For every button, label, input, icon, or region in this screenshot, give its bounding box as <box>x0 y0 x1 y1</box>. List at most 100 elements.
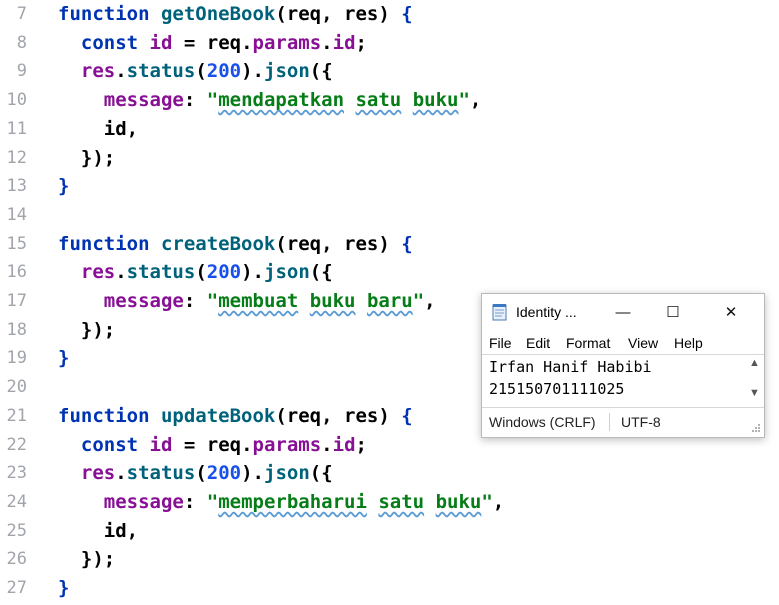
code-token: 200 <box>206 261 242 284</box>
code-token: res <box>344 232 379 255</box>
code-line[interactable]: 15 function createBook(req, res) { <box>0 230 779 259</box>
code-token: , <box>321 404 345 427</box>
code-token: , <box>492 490 505 513</box>
code-token: ; <box>355 433 367 456</box>
line-number: 25 <box>6 520 27 541</box>
code-token: buku <box>435 490 482 513</box>
line-number: 8 <box>16 32 27 53</box>
notepad-title-bar[interactable]: Identity ... — ☐ ✕ <box>482 294 764 330</box>
scroll-down-icon[interactable]: ▼ <box>749 387 760 399</box>
notepad-title: Identity ... <box>516 304 577 320</box>
notepad-window[interactable]: Identity ... — ☐ ✕ File Edit Format View… <box>481 293 765 438</box>
maximize-button[interactable]: ☐ <box>650 294 696 330</box>
code-token: ) <box>241 60 253 83</box>
code-token: = <box>172 433 207 456</box>
code-text: }); <box>58 545 115 574</box>
code-token: json <box>264 60 310 83</box>
code-token: }); <box>80 548 116 571</box>
code-token: , <box>424 290 436 312</box>
code-text: }); <box>58 316 115 345</box>
scroll-up-icon[interactable]: ▲ <box>749 357 760 369</box>
text-line-id: 215150701111025 <box>489 380 625 398</box>
code-text: res.status(200).json({ <box>58 258 333 287</box>
code-token: req <box>206 433 242 456</box>
close-button[interactable]: ✕ <box>708 294 754 330</box>
code-token: , <box>321 232 345 255</box>
line-number: 13 <box>6 176 27 197</box>
code-line[interactable]: 11 id, <box>0 115 779 144</box>
vertical-scrollbar[interactable]: ▲ ▼ <box>746 355 764 405</box>
code-line[interactable]: 26 }); <box>0 545 779 574</box>
code-line[interactable]: 7 function getOneBook(req, res) { <box>0 0 779 29</box>
code-text: id, <box>58 115 138 144</box>
line-number: 14 <box>6 204 27 225</box>
code-token: function <box>58 232 161 255</box>
code-token: : <box>183 290 207 312</box>
code-token: res <box>80 462 116 485</box>
notepad-text-area[interactable]: Irfan Hanif Habibi 215150701111025 <box>482 354 764 408</box>
code-token: ( <box>275 232 287 255</box>
code-token: req <box>286 232 322 255</box>
line-number: 15 <box>6 233 27 254</box>
code-line[interactable]: 14 <box>0 201 779 230</box>
code-token: id <box>149 31 173 54</box>
code-token: }); <box>80 318 116 341</box>
menu-edit[interactable]: Edit <box>526 335 550 351</box>
code-text: const id = req.params.id; <box>58 431 367 460</box>
code-text: } <box>58 344 69 373</box>
notepad-app-icon <box>492 304 507 321</box>
line-number: 7 <box>16 4 27 24</box>
code-token: ) <box>378 3 402 25</box>
code-token: } <box>58 347 70 370</box>
code-token: satu <box>378 490 425 513</box>
code-line[interactable]: 23 res.status(200).json({ <box>0 459 779 488</box>
code-line[interactable]: 25 id, <box>0 517 779 546</box>
text-line-name: Irfan Hanif Habibi <box>489 358 652 376</box>
code-line[interactable]: 8 const id = req.params.id; <box>0 29 779 58</box>
code-token: memperbaharui <box>218 490 367 513</box>
code-token: id <box>332 433 356 456</box>
code-token: . <box>321 433 333 456</box>
code-token: params <box>252 433 322 456</box>
code-token: . <box>115 462 127 485</box>
menu-help[interactable]: Help <box>674 335 703 351</box>
minimize-button[interactable]: — <box>600 294 646 330</box>
code-token: { <box>401 404 413 427</box>
code-token: { <box>401 232 413 255</box>
line-number: 26 <box>6 549 27 570</box>
code-token: ( <box>195 462 207 485</box>
line-number: 17 <box>6 291 27 311</box>
code-token: message <box>103 89 184 112</box>
menu-file[interactable]: File <box>489 335 512 351</box>
code-token: createBook <box>160 232 276 255</box>
code-line[interactable]: 24 message: "memperbaharui satu buku", <box>0 488 779 517</box>
code-token: ( <box>275 404 287 427</box>
code-token: " <box>412 290 425 312</box>
code-line[interactable]: 9 res.status(200).json({ <box>0 57 779 86</box>
code-line[interactable]: 10 message: "mendapatkan satu buku", <box>0 86 779 115</box>
menu-format[interactable]: Format <box>566 335 610 351</box>
code-line[interactable]: 13} <box>0 172 779 201</box>
code-token: { <box>401 3 413 25</box>
code-line[interactable]: 27} <box>0 574 779 603</box>
code-token: json <box>264 261 310 284</box>
code-line[interactable]: 16 res.status(200).json({ <box>0 258 779 287</box>
code-token: 200 <box>206 60 242 83</box>
line-number: 22 <box>6 434 27 455</box>
code-token: ({ <box>309 261 333 284</box>
code-line[interactable]: 12 }); <box>0 144 779 173</box>
code-token: , <box>469 89 482 112</box>
resize-grip-icon[interactable] <box>751 423 761 433</box>
code-token: , <box>126 519 139 542</box>
code-token: json <box>264 462 310 485</box>
menu-view[interactable]: View <box>628 335 658 351</box>
line-number: 12 <box>6 147 27 168</box>
code-text: } <box>58 574 69 603</box>
close-icon: ✕ <box>724 304 738 321</box>
